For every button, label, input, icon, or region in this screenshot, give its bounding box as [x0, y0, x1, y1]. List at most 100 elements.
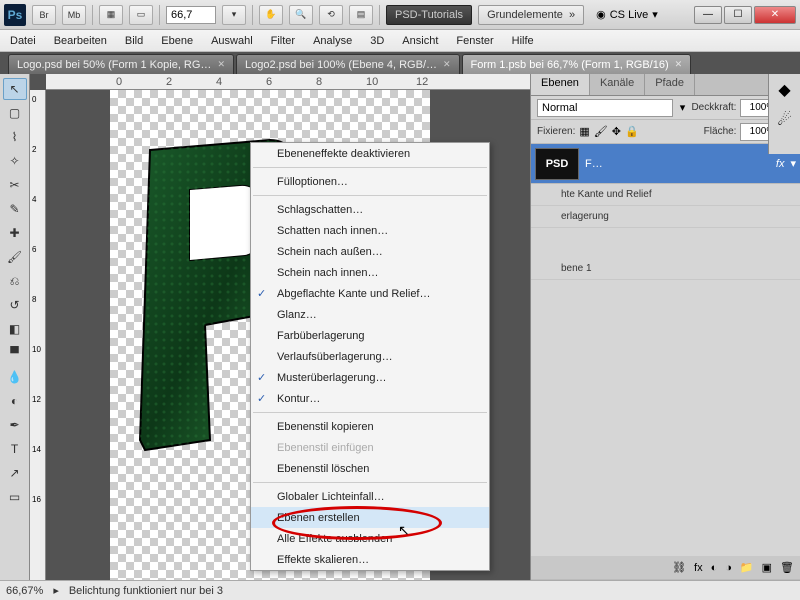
layer-name: F… [585, 158, 603, 170]
opacity-label: Deckkraft: [691, 102, 736, 113]
history-brush-tool[interactable]: ↺ [3, 294, 27, 316]
gradient-tool[interactable]: ▀ [3, 342, 27, 364]
context-item[interactable]: Alle Effekte ausblenden [251, 528, 489, 549]
zoom-tool-icon[interactable]: 🔍 [289, 5, 313, 25]
crop-tool[interactable]: ✂ [3, 174, 27, 196]
layer-row[interactable]: PSD F… fx ▾ [531, 144, 800, 184]
blur-tool[interactable]: 💧 [3, 366, 27, 388]
context-item[interactable]: Ebenenstil löschen [251, 458, 489, 479]
blend-mode-combo[interactable]: Normal [537, 99, 673, 117]
close-icon[interactable]: ✕ [443, 59, 451, 70]
effect-row[interactable]: erlagerung [531, 206, 800, 228]
close-icon[interactable]: ✕ [217, 59, 225, 70]
lock-paint-icon[interactable]: 🖌 [594, 125, 608, 138]
view-grid-icon[interactable]: ▦ [99, 5, 123, 25]
fx-icon[interactable]: fx [694, 562, 703, 574]
context-item[interactable]: Ebenen erstellen [251, 507, 489, 528]
context-item[interactable]: Farbüberlagerung [251, 325, 489, 346]
doc-tab-2[interactable]: Logo2.psd bei 100% (Ebene 4, RGB/…✕ [236, 54, 460, 74]
context-item[interactable]: Globaler Lichteinfall… [251, 486, 489, 507]
move-tool[interactable]: ↖ [3, 78, 27, 100]
context-item[interactable]: ✓Kontur… [251, 388, 489, 409]
context-item[interactable]: ✓Musterüberlagerung… [251, 367, 489, 388]
tab-kanaele[interactable]: Kanäle [590, 74, 645, 95]
close-button[interactable]: ✕ [754, 6, 796, 24]
lasso-tool[interactable]: ⌇ [3, 126, 27, 148]
toolbox: ↖ ▢ ⌇ ✧ ✂ ✎ ✚ 🖌 ⎌ ↺ ◧ ▀ 💧 ◐ ✒ T ↗ ▭ [0, 74, 30, 580]
context-item: Ebenenstil einfügen [251, 437, 489, 458]
screen-mode-icon[interactable]: ▭ [129, 5, 153, 25]
context-item[interactable]: Ebeneneffekte deaktivieren [251, 143, 489, 164]
context-item[interactable]: Schatten nach innen… [251, 220, 489, 241]
rotate-view-icon[interactable]: ⟲ [319, 5, 343, 25]
eraser-tool[interactable]: ◧ [3, 318, 27, 340]
folder-icon[interactable]: 📁 [740, 561, 754, 574]
minimize-button[interactable]: — [694, 6, 722, 24]
shape-tool[interactable]: ▭ [3, 486, 27, 508]
layer-row[interactable]: bene 1 [531, 258, 800, 280]
new-layer-icon[interactable]: ▣ [762, 561, 772, 574]
context-item[interactable]: Ebenenstil kopieren [251, 416, 489, 437]
app-logo: Ps [4, 4, 26, 26]
bridge-button[interactable]: Br [32, 5, 56, 25]
stamp-tool[interactable]: ⎌ [3, 270, 27, 292]
hand-tool-icon[interactable]: ✋ [259, 5, 283, 25]
context-item[interactable]: ✓Abgeflachte Kante und Relief… [251, 283, 489, 304]
heal-tool[interactable]: ✚ [3, 222, 27, 244]
menu-filter[interactable]: Filter [271, 35, 295, 47]
context-item[interactable]: Glanz… [251, 304, 489, 325]
minibridge-button[interactable]: Mb [62, 5, 86, 25]
menu-hilfe[interactable]: Hilfe [512, 35, 534, 47]
doc-tab-3[interactable]: Form 1.psb bei 66,7% (Form 1, RGB/16)✕ [462, 54, 692, 74]
close-icon[interactable]: ✕ [675, 59, 683, 70]
menu-fenster[interactable]: Fenster [456, 35, 493, 47]
context-item[interactable]: Effekte skalieren… [251, 549, 489, 570]
menu-bild[interactable]: Bild [125, 35, 143, 47]
menu-ansicht[interactable]: Ansicht [402, 35, 438, 47]
lock-all-icon[interactable]: 🔒 [625, 125, 639, 138]
pen-tool[interactable]: ✒ [3, 414, 27, 436]
menu-bearbeiten[interactable]: Bearbeiten [54, 35, 107, 47]
lock-move-icon[interactable]: ✥ [612, 125, 621, 138]
menu-ebene[interactable]: Ebene [161, 35, 193, 47]
menu-analyse[interactable]: Analyse [313, 35, 352, 47]
fill-label: Fläche: [704, 126, 737, 137]
context-item[interactable]: Verlaufsüberlagerung… [251, 346, 489, 367]
context-item[interactable]: Schlagschatten… [251, 199, 489, 220]
status-arrow-icon[interactable]: ▸ [53, 584, 59, 597]
tab-pfade[interactable]: Pfade [645, 74, 695, 95]
workspace-combo-2[interactable]: Grundelemente » [478, 5, 584, 25]
lock-transparency-icon[interactable]: ▦ [579, 125, 589, 138]
effect-row[interactable]: hte Kante und Relief [531, 184, 800, 206]
side-dock: ◆ ☄ [768, 74, 800, 154]
cs-live[interactable]: ◉ CS Live ▾ [590, 8, 664, 21]
tab-ebenen[interactable]: Ebenen [531, 74, 590, 95]
context-item[interactable]: Schein nach außen… [251, 241, 489, 262]
trash-icon[interactable]: 🗑 [780, 561, 794, 574]
path-tool[interactable]: ↗ [3, 462, 27, 484]
menu-datei[interactable]: Datei [10, 35, 36, 47]
menu-auswahl[interactable]: Auswahl [211, 35, 253, 47]
marquee-tool[interactable]: ▢ [3, 102, 27, 124]
menu-3d[interactable]: 3D [370, 35, 384, 47]
zoom-input[interactable]: 66,7 [166, 6, 216, 24]
adjustment-icon[interactable]: ◑ [725, 562, 732, 574]
mask-icon[interactable]: ◐ [711, 562, 718, 574]
context-item[interactable]: Fülloptionen… [251, 171, 489, 192]
type-tool[interactable]: T [3, 438, 27, 460]
zoom-dropdown[interactable]: ▾ [222, 5, 246, 25]
zoom-status[interactable]: 66,67% [6, 585, 43, 597]
arrange-icon[interactable]: ▤ [349, 5, 373, 25]
dodge-tool[interactable]: ◐ [3, 390, 27, 412]
lock-label: Fixieren: [537, 126, 575, 137]
workspace-combo-1[interactable]: PSD-Tutorials [386, 5, 472, 25]
context-item[interactable]: Schein nach innen… [251, 262, 489, 283]
adjustments-icon[interactable]: ☄ [777, 110, 791, 130]
eyedropper-tool[interactable]: ✎ [3, 198, 27, 220]
doc-tab-1[interactable]: Logo.psd bei 50% (Form 1 Kopie, RG…✕ [8, 54, 234, 74]
link-layers-icon[interactable]: ⛓ [672, 561, 686, 574]
brush-tool[interactable]: 🖌 [3, 246, 27, 268]
wand-tool[interactable]: ✧ [3, 150, 27, 172]
maximize-button[interactable]: ☐ [724, 6, 752, 24]
swatches-icon[interactable]: ◆ [778, 80, 790, 100]
